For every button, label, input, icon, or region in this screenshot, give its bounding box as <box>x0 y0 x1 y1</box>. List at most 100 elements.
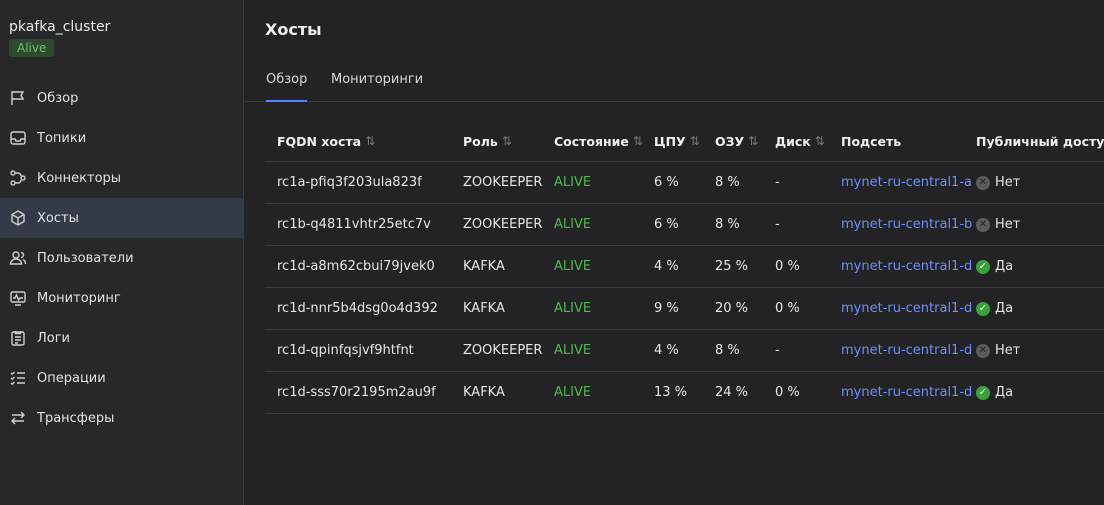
cell-disk: 0 % <box>775 259 800 274</box>
cell-state: ALIVE <box>554 385 592 400</box>
cell-ram: 25 % <box>715 259 749 274</box>
cell-cpu: 6 % <box>654 217 679 232</box>
cell-public-access: ✕ Нет <box>976 330 1020 371</box>
cell-subnet[interactable]: mynet-ru-central1-b <box>841 204 972 245</box>
sort-icon[interactable]: ⇅ <box>748 134 758 148</box>
column-header-ram[interactable]: ОЗУ ⇅ <box>715 121 758 161</box>
table-row: rc1a-pfiq3f203ula823f ZOOKEEPER ALIVE 6 % 8 … <box>265 162 1104 204</box>
sidebar-item-users[interactable]: Пользователи <box>0 238 243 278</box>
sidebar-item-label: Трансферы <box>37 410 115 426</box>
cell-public-access: ✓ Да <box>976 246 1013 287</box>
cell-ram: 8 % <box>715 217 740 232</box>
sidebar-item-label: Пользователи <box>37 250 134 266</box>
cell-state: ALIVE <box>554 343 592 358</box>
sidebar-item-label: Обзор <box>37 90 79 106</box>
cell-ram: 8 % <box>715 175 740 190</box>
cross-circle-icon: ✕ <box>976 217 990 232</box>
cell-ram: 20 % <box>715 301 749 316</box>
public-access-label: Нет <box>995 343 1021 358</box>
column-header-subnet: Подсеть <box>841 133 902 149</box>
sidebar-item-transfers[interactable]: Трансферы <box>0 398 243 438</box>
sidebar-item-label: Операции <box>37 370 106 386</box>
sidebar-item-monitoring[interactable]: Мониторинг <box>0 278 243 318</box>
cell-ram: 24 % <box>715 385 749 400</box>
cell-role: ZOOKEEPER <box>463 217 543 232</box>
public-access-label: Нет <box>995 217 1021 232</box>
column-header-role[interactable]: Роль ⇅ <box>463 121 512 161</box>
table-body: rc1a-pfiq3f203ula823f ZOOKEEPER ALIVE 6 % 8 … <box>265 162 1104 414</box>
sidebar: pkafka_cluster Alive Обзор Топики Коннек… <box>0 0 244 505</box>
cell-cpu: 4 % <box>654 343 679 358</box>
public-access-label: Да <box>995 259 1014 274</box>
transfer-icon <box>9 409 27 427</box>
cell-subnet[interactable]: mynet-ru-central1-a <box>841 162 972 203</box>
tab-overview[interactable]: Обзор <box>266 72 308 102</box>
sort-icon[interactable]: ⇅ <box>502 134 512 148</box>
cell-fqdn: rc1d-qpinfqsjvf9htfnt <box>277 343 414 358</box>
table-row: rc1d-qpinfqsjvf9htfnt ZOOKEEPER ALIVE 4 % 8 … <box>265 330 1104 372</box>
cluster-name: pkafka_cluster <box>9 19 111 35</box>
cell-public-access: ✓ Да <box>976 372 1013 413</box>
sidebar-item-label: Логи <box>37 330 71 346</box>
flag-icon <box>9 89 27 107</box>
cell-subnet[interactable]: mynet-ru-central1-d <box>841 246 972 287</box>
cell-fqdn: rc1d-a8m62cbui79jvek0 <box>277 259 435 274</box>
table-header: FQDN хоста ⇅ Роль ⇅ Состояние ⇅ ЦПУ ⇅ ОЗУ ⇅ Д… <box>265 121 1104 162</box>
sort-icon[interactable]: ⇅ <box>815 134 825 148</box>
tab-monitoring[interactable]: Мониторинги <box>331 72 423 102</box>
cell-disk: - <box>775 175 780 190</box>
column-header-disk[interactable]: Диск ⇅ <box>775 121 825 161</box>
sidebar-item-label: Хосты <box>37 210 79 226</box>
inbox-icon <box>9 129 27 147</box>
sort-icon[interactable]: ⇅ <box>633 134 643 148</box>
cell-state: ALIVE <box>554 301 592 316</box>
cell-public-access: ✕ Нет <box>976 162 1020 203</box>
cell-fqdn: rc1d-sss70r2195m2au9f <box>277 385 436 400</box>
cell-state: ALIVE <box>554 217 592 232</box>
cell-subnet[interactable]: mynet-ru-central1-d <box>841 288 972 329</box>
cell-fqdn: rc1a-pfiq3f203ula823f <box>277 175 422 190</box>
column-header-public-access[interactable]: Публичный доступ⇅ <box>976 121 1104 161</box>
cell-cpu: 9 % <box>654 301 679 316</box>
cell-fqdn: rc1d-nnr5b4dsg0o4d392 <box>277 301 438 316</box>
sidebar-item-label: Топики <box>37 130 87 146</box>
cell-public-access: ✕ Нет <box>976 204 1020 245</box>
sidebar-item-label: Мониторинг <box>37 290 121 306</box>
tabs: Обзор Мониторинги <box>245 62 1104 102</box>
cell-disk: 0 % <box>775 385 800 400</box>
cell-public-access: ✓ Да <box>976 288 1013 329</box>
column-header-state[interactable]: Состояние ⇅ <box>554 121 643 161</box>
cell-role: ZOOKEEPER <box>463 343 543 358</box>
column-header-fqdn[interactable]: FQDN хоста ⇅ <box>277 121 375 161</box>
cell-role: KAFKA <box>463 259 505 274</box>
public-access-label: Да <box>995 301 1014 316</box>
sidebar-item-label: Коннекторы <box>37 170 122 186</box>
sidebar-item-hosts[interactable]: Хосты <box>0 198 243 238</box>
logs-icon <box>9 329 27 347</box>
cell-disk: - <box>775 343 780 358</box>
sort-icon[interactable]: ⇅ <box>690 134 700 148</box>
cell-cpu: 4 % <box>654 259 679 274</box>
cell-role: KAFKA <box>463 301 505 316</box>
cell-disk: - <box>775 217 780 232</box>
sort-icon[interactable]: ⇅ <box>365 134 375 148</box>
sidebar-item-overview[interactable]: Обзор <box>0 78 243 118</box>
sidebar-item-connectors[interactable]: Коннекторы <box>0 158 243 198</box>
users-icon <box>9 249 27 267</box>
cell-subnet[interactable]: mynet-ru-central1-d <box>841 372 972 413</box>
sidebar-item-topics[interactable]: Топики <box>0 118 243 158</box>
cell-disk: 0 % <box>775 301 800 316</box>
table-row: rc1d-sss70r2195m2au9f KAFKA ALIVE 13 % 24 % 0… <box>265 372 1104 414</box>
cell-subnet[interactable]: mynet-ru-central1-d <box>841 330 972 371</box>
cell-ram: 8 % <box>715 343 740 358</box>
sidebar-item-logs[interactable]: Логи <box>0 318 243 358</box>
table-row: rc1d-a8m62cbui79jvek0 KAFKA ALIVE 4 % 25 % 0 … <box>265 246 1104 288</box>
sidebar-item-operations[interactable]: Операции <box>0 358 243 398</box>
cross-circle-icon: ✕ <box>976 343 990 358</box>
cell-role: KAFKA <box>463 385 505 400</box>
public-access-label: Да <box>995 385 1014 400</box>
column-header-cpu[interactable]: ЦПУ ⇅ <box>654 121 700 161</box>
cell-fqdn: rc1b-q4811vhtr25etc7v <box>277 217 431 232</box>
check-circle-icon: ✓ <box>976 259 990 274</box>
cell-state: ALIVE <box>554 175 592 190</box>
